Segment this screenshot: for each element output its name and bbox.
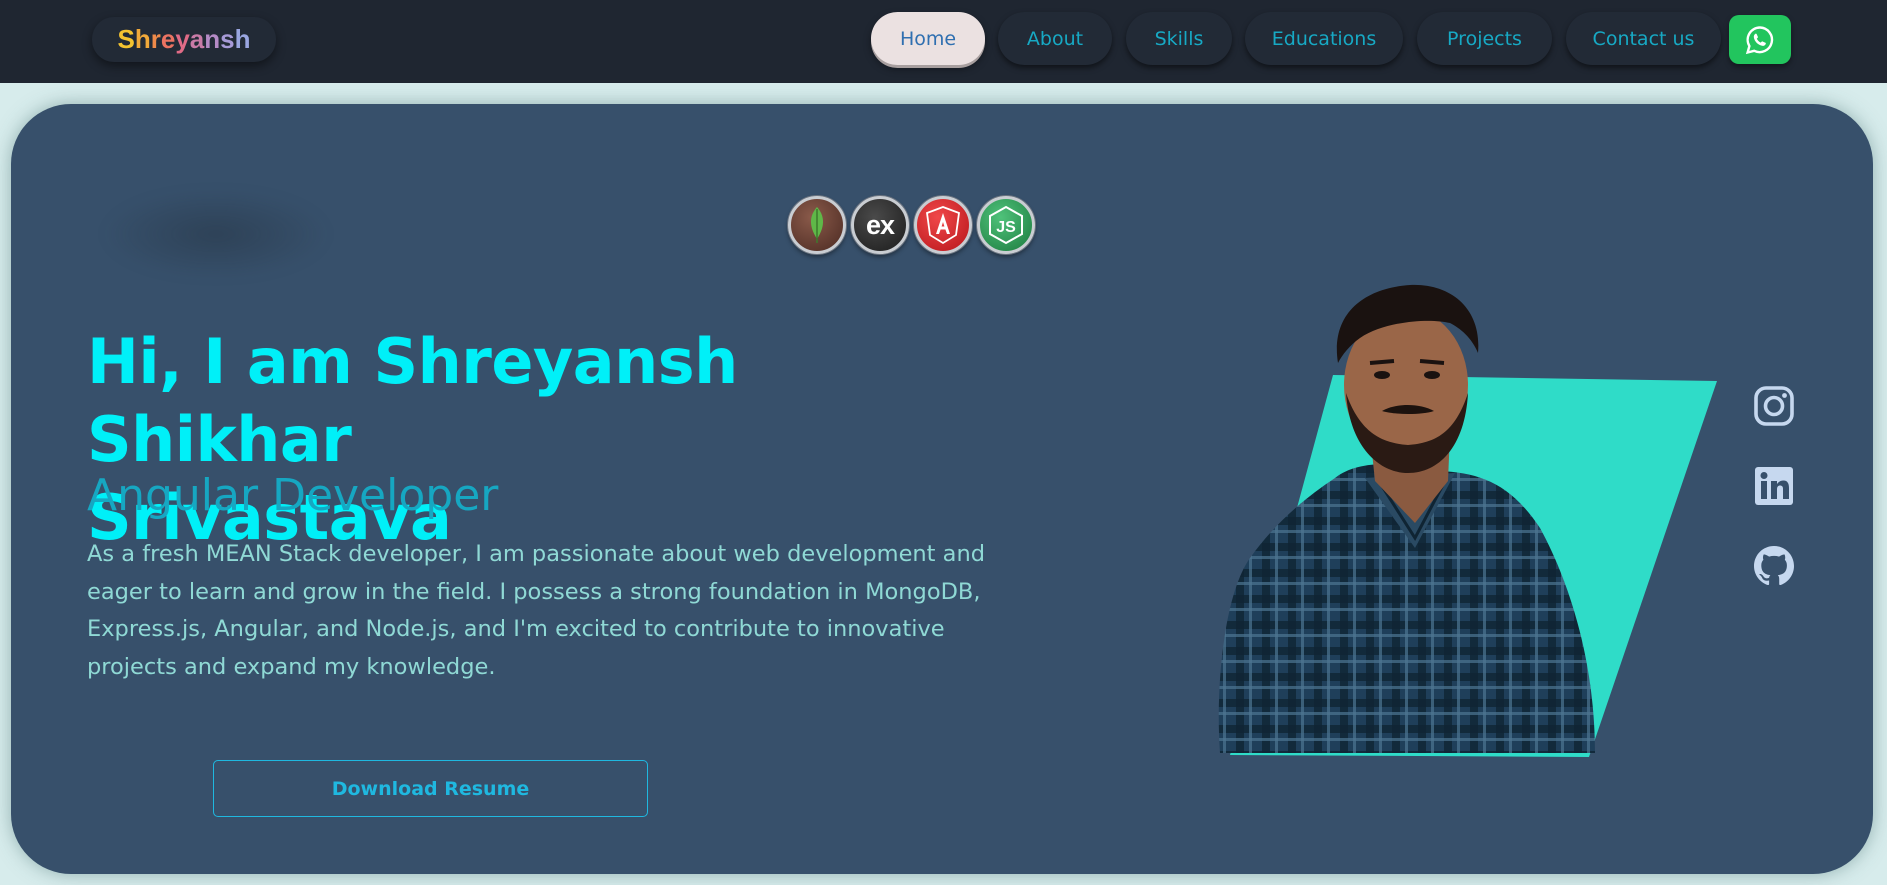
brand-letter: n <box>204 24 221 54</box>
brand-letter: r <box>150 24 161 54</box>
download-resume-button[interactable]: Download Resume <box>213 760 648 817</box>
brand-letter: h <box>134 24 151 54</box>
hero-headline: Hi, I am Shreyansh Shikhar Srivastava <box>87 323 987 557</box>
angular-icon <box>914 196 972 254</box>
headline-line-1: Hi, I am Shreyansh Shikhar <box>87 325 738 476</box>
brand-logo[interactable]: Shreyansh <box>92 17 276 62</box>
nav-contact[interactable]: Contact us <box>1566 12 1721 65</box>
nodejs-icon: JS <box>977 196 1035 254</box>
brand-letter: h <box>234 24 251 54</box>
brand-letter: s <box>220 24 235 54</box>
brand-letter: S <box>117 24 135 54</box>
svg-text:JS: JS <box>996 219 1016 236</box>
navbar: Shreyansh Home About Skills Educations P… <box>0 0 1887 83</box>
nav-skills[interactable]: Skills <box>1126 12 1232 65</box>
brand-letter: a <box>189 24 205 54</box>
profile-photo <box>1218 284 1717 757</box>
nav-home[interactable]: Home <box>871 12 985 65</box>
whatsapp-icon <box>1745 25 1774 54</box>
nav-educations[interactable]: Educations <box>1245 12 1403 65</box>
job-title: Angular Developer <box>87 470 499 521</box>
linkedin-icon[interactable] <box>1752 464 1796 508</box>
whatsapp-button[interactable] <box>1729 15 1791 64</box>
bio-paragraph: As a fresh MEAN Stack developer, I am pa… <box>87 541 985 680</box>
express-icon: ex <box>851 196 909 254</box>
brand-letter: e <box>160 24 176 54</box>
nav-projects[interactable]: Projects <box>1417 12 1552 65</box>
github-icon[interactable] <box>1752 544 1796 588</box>
mongodb-icon <box>788 196 846 254</box>
logo-shadow <box>101 189 331 279</box>
nav-about[interactable]: About <box>998 12 1112 65</box>
brand-letter: y <box>175 24 190 54</box>
instagram-icon[interactable] <box>1752 384 1796 428</box>
